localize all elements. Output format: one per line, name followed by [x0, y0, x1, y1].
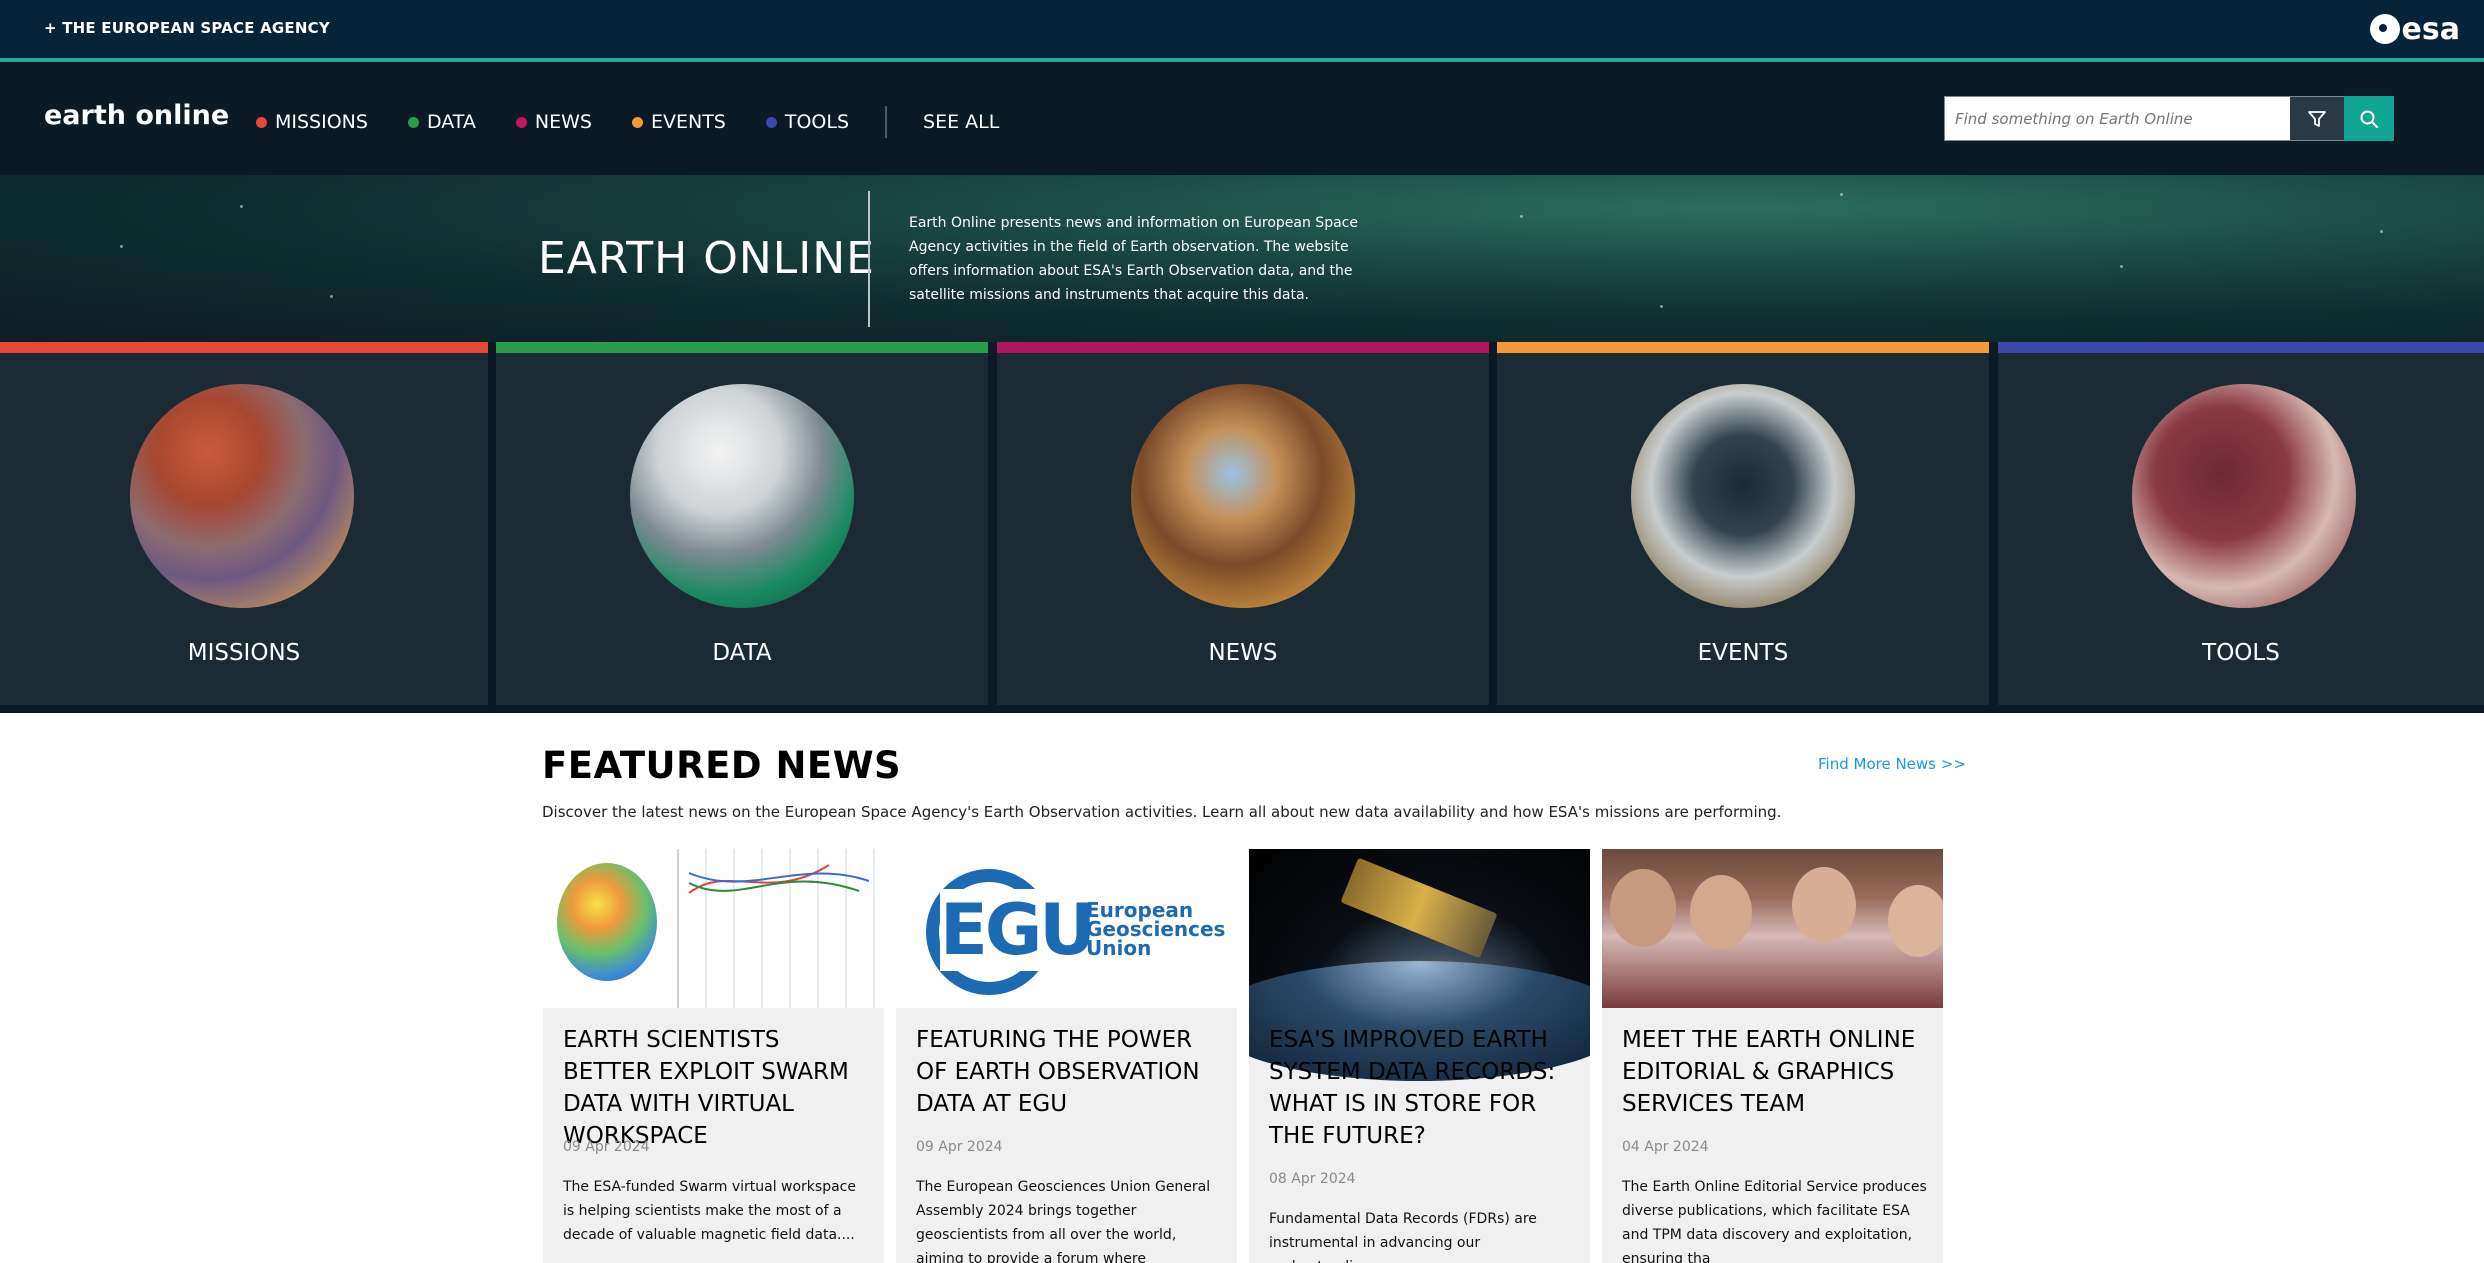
- filter-button[interactable]: [2290, 97, 2344, 140]
- star-decoration: [2120, 265, 2123, 268]
- egu-logo-text: EGU: [940, 889, 1096, 971]
- category-tiles: MISSIONS DATA NEWS EVENTS TOOLS: [0, 342, 2484, 713]
- nav-item-missions[interactable]: MISSIONS: [256, 111, 368, 133]
- filter-icon: [2308, 110, 2326, 127]
- star-decoration: [120, 245, 123, 248]
- news-card-date: 04 Apr 2024: [1622, 1139, 1709, 1155]
- tile-label: EVENTS: [1697, 640, 1789, 666]
- nav-item-events[interactable]: EVENTS: [631, 111, 726, 133]
- nav-bullet-icon: [256, 116, 267, 128]
- egu-logo-image: EGU European Geosciences Union: [896, 849, 1237, 1008]
- egu-logo-wordmark: European Geosciences Union: [1086, 900, 1225, 960]
- news-card-excerpt: Fundamental Data Records (FDRs) are inst…: [1269, 1211, 1537, 1263]
- nav-item-label: SEE ALL: [923, 111, 1000, 133]
- news-card-title[interactable]: FEATURING THE POWER OF EARTH OBSERVATION…: [916, 1024, 1221, 1120]
- news-card-date: 09 Apr 2024: [563, 1139, 650, 1155]
- esa-logo-icon: [2369, 14, 2400, 44]
- hero-description: Earth Online presents news and informati…: [909, 215, 1358, 303]
- tile-color-bar: [1497, 342, 1989, 353]
- nav-item-tools[interactable]: TOOLS: [765, 111, 850, 133]
- person-graphic: [1888, 885, 1943, 957]
- person-graphic: [1792, 867, 1856, 943]
- nav-item-label: DATA: [426, 111, 476, 133]
- news-card[interactable]: MEET THE EARTH ONLINE EDITORIAL & GRAPHI…: [1602, 849, 1943, 1263]
- search-button[interactable]: [2344, 96, 2394, 141]
- nav-bullet-icon: [765, 116, 777, 128]
- globe-graphic: [557, 863, 657, 981]
- esa-logo-text: esa: [2401, 11, 2460, 47]
- esa-logo[interactable]: esa: [2369, 11, 2460, 47]
- nav-item-label: EVENTS: [650, 111, 726, 133]
- news-card-date: 08 Apr 2024: [1269, 1171, 1356, 1187]
- news-card-title[interactable]: ESA'S IMPROVED EARTH SYSTEM DATA RECORDS…: [1269, 1024, 1574, 1152]
- news-card[interactable]: ESA'S IMPROVED EARTH SYSTEM DATA RECORDS…: [1249, 849, 1590, 1263]
- nav-item-see-all[interactable]: SEE ALL: [923, 111, 999, 133]
- star-decoration: [2380, 230, 2383, 233]
- find-more-news-link[interactable]: Find More News >>: [1818, 755, 1966, 773]
- hero-banner: EARTH ONLINE Earth Online presents news …: [0, 175, 2484, 342]
- tile-label: TOOLS: [2202, 640, 2280, 666]
- esa-agency-link[interactable]: + THE EUROPEAN SPACE AGENCY: [44, 19, 330, 37]
- news-thumbnail: [1131, 384, 1355, 608]
- person-graphic: [1690, 875, 1752, 949]
- news-card-excerpt: The European Geosciences Union General A…: [916, 1179, 1211, 1263]
- satellite-image: [1249, 849, 1590, 1081]
- news-card-title[interactable]: MEET THE EARTH ONLINE EDITORIAL & GRAPHI…: [1622, 1024, 1927, 1120]
- missions-thumbnail: [130, 384, 354, 608]
- tile-events[interactable]: EVENTS: [1497, 342, 1989, 705]
- nav-item-label: MISSIONS: [275, 111, 368, 133]
- esa-top-bar: + THE EUROPEAN SPACE AGENCY esa: [0, 0, 2484, 58]
- chart-lines-graphic: [688, 864, 870, 894]
- tile-tools[interactable]: TOOLS: [1998, 342, 2484, 705]
- swarm-workspace-image: [543, 849, 884, 1008]
- tile-data[interactable]: DATA: [496, 342, 988, 705]
- site-brand[interactable]: earth online: [44, 100, 229, 131]
- star-decoration: [1520, 215, 1523, 218]
- featured-news-description: Discover the latest news on the European…: [542, 803, 1782, 821]
- tile-missions[interactable]: MISSIONS: [0, 342, 488, 705]
- team-photo: [1602, 849, 1943, 1008]
- tools-thumbnail: [2132, 384, 2356, 608]
- news-card-excerpt: The Earth Online Editorial Service produ…: [1622, 1179, 1927, 1263]
- nav-item-label: TOOLS: [784, 111, 850, 133]
- news-card-title[interactable]: EARTH SCIENTISTS BETTER EXPLOIT SWARM DA…: [563, 1024, 868, 1152]
- news-card-excerpt: The ESA-funded Swarm virtual workspace i…: [563, 1179, 856, 1243]
- tile-color-bar: [1998, 342, 2484, 353]
- hero-title: EARTH ONLINE: [538, 233, 875, 284]
- person-graphic: [1610, 869, 1676, 947]
- star-decoration: [330, 295, 333, 298]
- nav-item-label: NEWS: [534, 111, 592, 133]
- nav-bullet-icon: [631, 116, 643, 128]
- featured-news-title: FEATURED NEWS: [542, 744, 902, 787]
- main-nav: MISSIONS DATA NEWS EVENTS TOOLS SEE ALL: [256, 106, 1039, 138]
- tile-color-bar: [0, 342, 488, 353]
- tile-label: NEWS: [1208, 640, 1278, 666]
- nav-divider: [885, 106, 888, 138]
- search-icon: [2360, 110, 2379, 128]
- nav-item-data[interactable]: DATA: [407, 111, 476, 133]
- egu-wordmark-line: Union: [1086, 936, 1152, 960]
- nav-bullet-icon: [407, 116, 419, 128]
- nav-bullet-icon: [515, 116, 527, 128]
- search-input[interactable]: [1945, 97, 2290, 140]
- news-card[interactable]: EGU European Geosciences Union FEATURING…: [896, 849, 1237, 1263]
- news-card-date: 09 Apr 2024: [916, 1139, 1003, 1155]
- tile-label: MISSIONS: [187, 640, 301, 666]
- tile-label: DATA: [712, 640, 772, 666]
- news-card[interactable]: EARTH SCIENTISTS BETTER EXPLOIT SWARM DA…: [543, 849, 884, 1263]
- star-decoration: [1660, 305, 1663, 308]
- star-decoration: [1840, 193, 1843, 196]
- search-bar: [1944, 96, 2394, 141]
- data-thumbnail: [630, 384, 854, 608]
- satellite-graphic: [1340, 857, 1498, 959]
- tile-news[interactable]: NEWS: [997, 342, 1489, 705]
- tile-color-bar: [496, 342, 988, 353]
- star-decoration: [240, 205, 243, 208]
- site-header: earth online MISSIONS DATA NEWS EVENTS T…: [0, 62, 2484, 175]
- nav-item-news[interactable]: NEWS: [515, 111, 592, 133]
- events-thumbnail: [1631, 384, 1855, 608]
- hero-divider: [868, 191, 870, 327]
- tile-color-bar: [997, 342, 1489, 353]
